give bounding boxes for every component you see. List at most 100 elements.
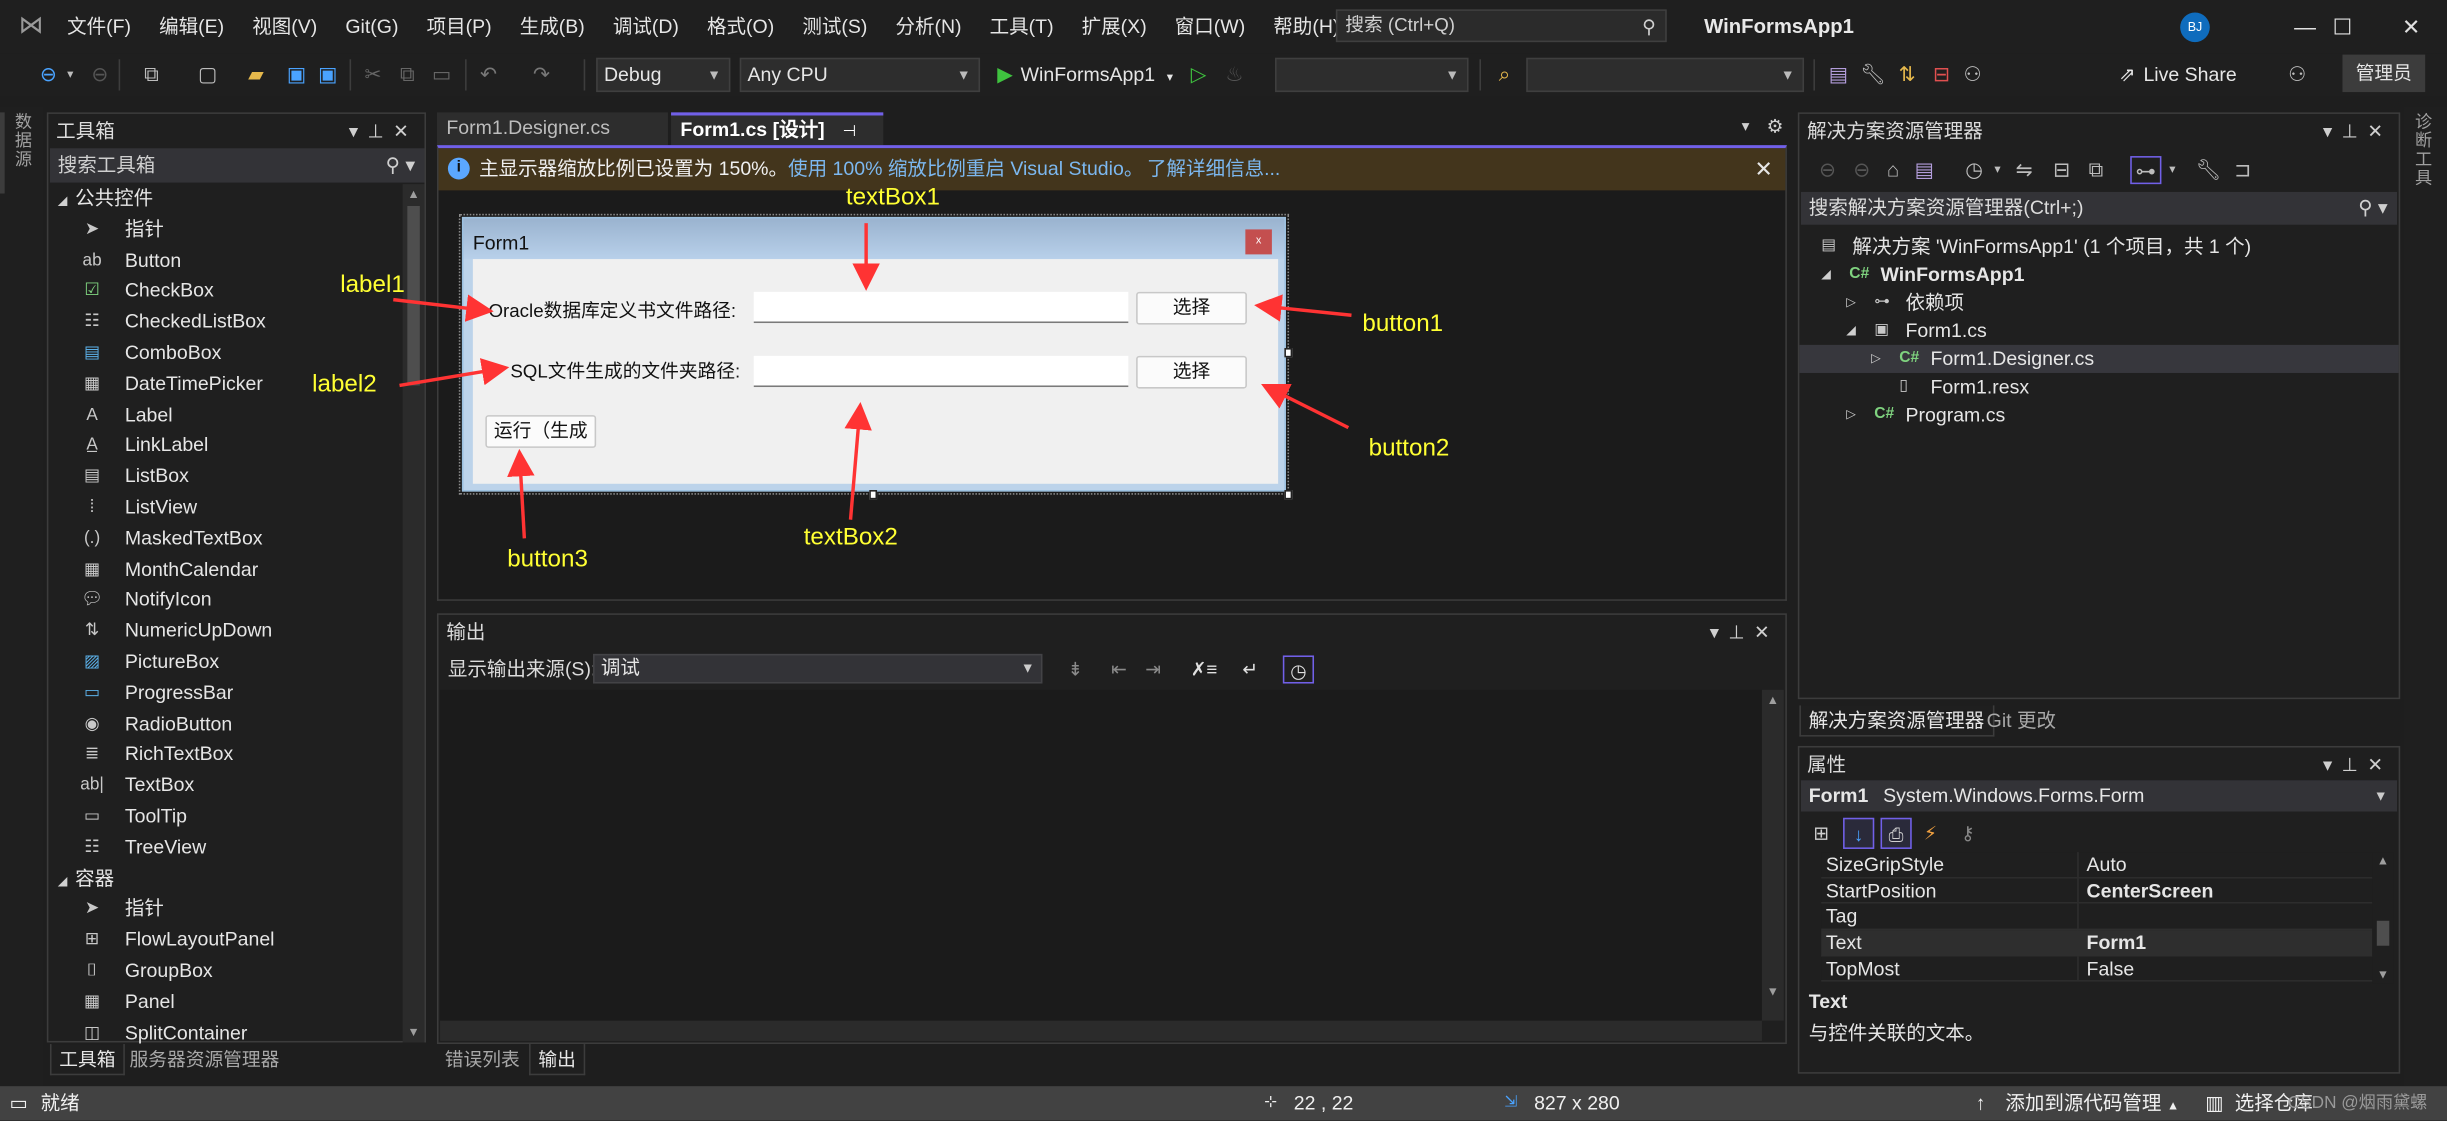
- find-in-files-icon[interactable]: ⌕: [1492, 59, 1517, 90]
- toolbox-item[interactable]: ⌷ GroupBox: [48, 957, 401, 988]
- toolbox-item[interactable]: ◉ RadioButton: [48, 709, 401, 740]
- live-share-button[interactable]: ⇗ Live Share: [2119, 56, 2236, 93]
- toolbox-icon[interactable]: ⊟: [1929, 59, 1954, 90]
- pin-icon[interactable]: ⊥: [367, 120, 393, 142]
- close-infobar-icon[interactable]: ✕: [1755, 148, 1773, 190]
- maximize-button[interactable]: ☐: [2307, 0, 2379, 53]
- property-row[interactable]: TopMost False: [1821, 956, 2376, 983]
- menu-item-7[interactable]: 格式(O): [693, 0, 788, 53]
- toolbox-item[interactable]: ▨ PictureBox: [48, 648, 401, 679]
- tab-output[interactable]: 输出: [529, 1044, 586, 1076]
- toolbox-item[interactable]: ⁞ ListView: [48, 493, 401, 524]
- toolbox-item[interactable]: A Label: [48, 400, 401, 431]
- menu-item-6[interactable]: 调试(D): [599, 0, 693, 53]
- dropdown-icon[interactable]: ▾: [2323, 754, 2342, 776]
- solution-tree-item[interactable]: ▯ Form1.resx: [1799, 373, 2398, 401]
- output-source-dropdown[interactable]: 调试 ▼: [593, 653, 1043, 684]
- menu-item-11[interactable]: 扩展(X): [1068, 0, 1161, 53]
- chevron-down-icon[interactable]: ▾: [1990, 156, 2006, 184]
- scroll-up-icon[interactable]: ▲: [407, 187, 419, 201]
- toolbox-item[interactable]: ☷ TreeView: [48, 833, 401, 864]
- tab-toolbox[interactable]: 工具箱: [49, 1044, 125, 1076]
- menu-item-9[interactable]: 分析(N): [881, 0, 975, 53]
- resize-handle-right[interactable]: [1284, 348, 1293, 358]
- button2[interactable]: 选择: [1136, 355, 1247, 389]
- property-row[interactable]: Text Form1: [1821, 930, 2376, 957]
- properties-icon[interactable]: ⎙: [1880, 817, 1912, 849]
- back-icon[interactable]: ⊖: [1815, 156, 1840, 184]
- back-dropdown-icon[interactable]: ▾: [62, 59, 78, 90]
- toolbox-item[interactable]: ▦ Panel: [48, 987, 401, 1018]
- menu-item-0[interactable]: 文件(F): [53, 0, 145, 53]
- debug-target-dropdown[interactable]: ▼: [1275, 57, 1469, 93]
- close-window-button[interactable]: ✕: [2375, 0, 2447, 53]
- property-value[interactable]: [2079, 904, 2087, 928]
- account-avatar[interactable]: BJ: [2180, 12, 2210, 43]
- close-icon[interactable]: ✕: [2367, 754, 2392, 776]
- toolbox-item[interactable]: ☷ CheckedListBox: [48, 308, 401, 339]
- menu-item-3[interactable]: Git(G): [331, 0, 412, 53]
- find-dropdown[interactable]: ▼: [1526, 57, 1805, 93]
- resize-handle-corner[interactable]: [1284, 490, 1293, 500]
- close-icon[interactable]: ✕: [393, 120, 418, 142]
- toolbox-item[interactable]: ➤ 指针: [48, 895, 401, 926]
- menu-item-12[interactable]: 窗口(W): [1161, 0, 1260, 53]
- property-grid-scrollbar[interactable]: ▲ ▼: [2372, 852, 2394, 984]
- menu-item-4[interactable]: 项目(P): [413, 0, 506, 53]
- designer-form[interactable]: Form1 x Oracle数据库定义书文件路径: 选择 SQL文件生成的文件夹…: [461, 216, 1286, 492]
- output-horizontal-scrollbar[interactable]: [440, 1020, 1762, 1041]
- add-to-source-control-button[interactable]: 添加到源代码管理 ▲: [2005, 1086, 2179, 1120]
- start-target-button[interactable]: WinFormsApp1 ▾: [1021, 59, 1173, 93]
- tab-git-changes[interactable]: Git 更改: [1979, 705, 2064, 736]
- configuration-dropdown[interactable]: Debug ▼: [596, 57, 731, 93]
- textbox2[interactable]: [753, 355, 1129, 388]
- menu-item-2[interactable]: 视图(V): [238, 0, 331, 53]
- cut-icon[interactable]: ✂: [362, 59, 384, 90]
- show-timestamps-icon[interactable]: ◷: [1282, 655, 1315, 684]
- scroll-down-icon[interactable]: ▼: [1767, 985, 1779, 999]
- dropdown-icon[interactable]: ▾: [1710, 621, 1729, 643]
- menu-item-10[interactable]: 工具(T): [976, 0, 1068, 53]
- toolbox-item[interactable]: ⊞ FlowLayoutPanel: [48, 926, 401, 957]
- scroll-down-icon[interactable]: ▼: [2377, 968, 2389, 982]
- collapse-all-icon[interactable]: ⊟: [2049, 156, 2074, 184]
- property-value[interactable]: CenterScreen: [2079, 878, 2214, 902]
- button1[interactable]: 选择: [1136, 291, 1247, 325]
- property-value[interactable]: Form1: [2079, 930, 2147, 954]
- preview-selected-icon[interactable]: ⊶: [2130, 156, 2162, 185]
- save-all-icon[interactable]: ▣: [315, 59, 340, 90]
- output-text-area[interactable]: [440, 689, 1762, 1021]
- start-without-debugging-icon[interactable]: ▷: [1186, 59, 1211, 90]
- toolbox-item[interactable]: ▭ ProgressBar: [48, 678, 401, 709]
- pin-icon[interactable]: ⊥: [2342, 754, 2368, 776]
- label1[interactable]: Oracle数据库定义书文件路径:: [488, 297, 736, 324]
- property-row[interactable]: Tag: [1821, 904, 2376, 931]
- global-search-input[interactable]: 搜索 (Ctrl+Q) ⚲: [1335, 9, 1667, 43]
- diagnostics-tools-tab[interactable]: 诊断工具: [2413, 112, 2435, 187]
- open-file-icon[interactable]: ▰: [243, 59, 268, 90]
- next-message-icon[interactable]: ⇥: [1141, 655, 1166, 683]
- toolbox-search-input[interactable]: 搜索工具箱 ⚲ ▾: [49, 148, 425, 183]
- property-row[interactable]: StartPosition CenterScreen: [1821, 878, 2376, 905]
- label2[interactable]: SQL文件生成的文件夹路径:: [510, 357, 740, 384]
- properties-object-selector[interactable]: Form1 System.Windows.Forms.Form ▼: [1800, 780, 2398, 812]
- show-all-files-icon[interactable]: ⧉: [2083, 156, 2108, 184]
- scrollbar-thumb[interactable]: [407, 205, 420, 386]
- preview-icon[interactable]: ⊐: [2230, 156, 2255, 184]
- textbox1[interactable]: [753, 291, 1129, 324]
- expand-arrow-icon[interactable]: ▷: [1846, 289, 1856, 317]
- menu-item-1[interactable]: 编辑(E): [145, 0, 238, 53]
- close-icon[interactable]: ✕: [2367, 120, 2392, 142]
- toolbox-group-header[interactable]: ◢ 公共控件: [48, 184, 401, 215]
- switch-views-icon[interactable]: ▤: [1912, 156, 1937, 184]
- property-value[interactable]: Auto: [2079, 852, 2127, 876]
- solution-tree-item[interactable]: ▷ C# Form1.Designer.cs: [1799, 344, 2399, 373]
- toolbox-item[interactable]: ▦ MonthCalendar: [48, 555, 401, 586]
- toolbox-item[interactable]: ▭ ToolTip: [48, 802, 401, 833]
- menu-item-8[interactable]: 测试(S): [788, 0, 881, 53]
- button3[interactable]: 运行（生成: [485, 415, 597, 448]
- pending-changes-filter-icon[interactable]: ◷: [1962, 156, 1987, 184]
- add-item-icon[interactable]: ▢: [194, 59, 222, 90]
- scrollbar-thumb[interactable]: [2376, 920, 2390, 946]
- learn-more-link[interactable]: 了解详细信息...: [1147, 148, 1280, 190]
